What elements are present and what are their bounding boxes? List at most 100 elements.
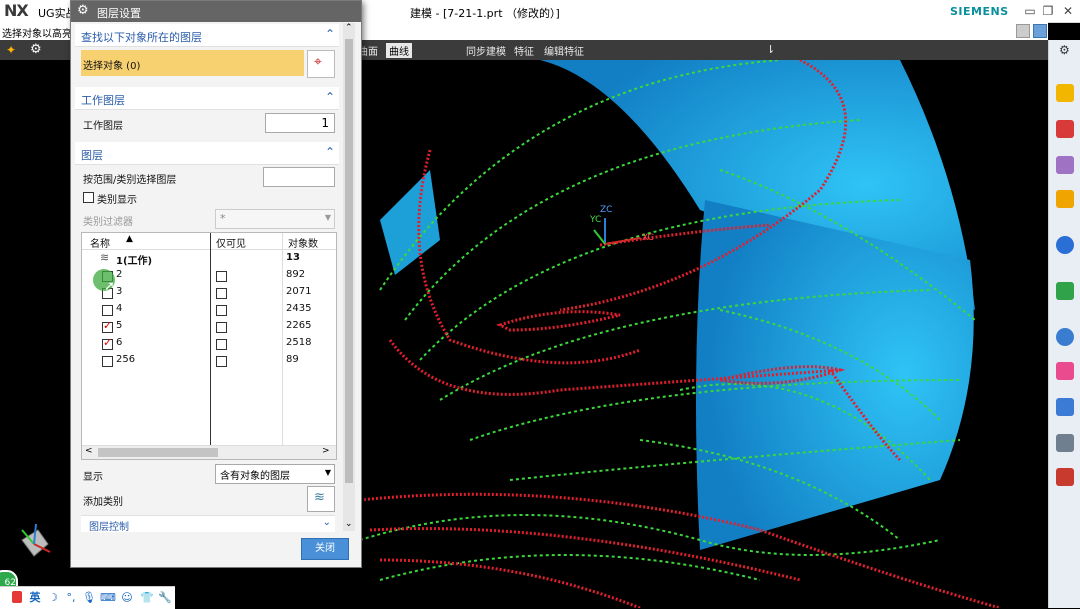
collapse-icon[interactable]: ⌃ <box>325 90 335 104</box>
wrench-icon[interactable]: 🔧 <box>158 591 172 605</box>
layer-checkbox[interactable] <box>102 336 113 350</box>
cmd-edit-feature[interactable]: 编辑特征 <box>544 43 584 58</box>
cmd-feature[interactable]: 特征 <box>514 43 534 58</box>
visible-only-checkbox[interactable] <box>216 322 227 333</box>
dialog-title: 图层设置 <box>97 7 141 20</box>
layout-icon[interactable] <box>1016 24 1030 38</box>
dialog-title-bar[interactable]: ⚙ 图层设置 <box>71 1 361 22</box>
layer-checkbox[interactable] <box>102 305 113 316</box>
minimize-icon[interactable]: ▭ <box>1022 3 1038 19</box>
visible-only-checkbox[interactable] <box>216 339 227 350</box>
part-navigator-icon[interactable] <box>1056 84 1074 102</box>
crosshair-select-button[interactable]: ⌖ <box>307 50 335 78</box>
display-dropdown[interactable]: 含有对象的图层 ▼ <box>215 464 335 484</box>
visible-only-checkbox[interactable] <box>216 271 227 282</box>
toolbar-options-icon[interactable]: ⇂ <box>766 43 775 56</box>
range-select-input[interactable] <box>263 167 335 187</box>
visible-only-checkbox[interactable] <box>216 305 227 316</box>
palette-icon[interactable] <box>1056 468 1074 486</box>
system-scene-icon[interactable] <box>1056 434 1074 452</box>
cmd-curve[interactable]: 曲线 <box>386 43 412 58</box>
table-row[interactable]: 3 2071 <box>82 284 336 301</box>
role-icon[interactable] <box>1056 398 1074 416</box>
work-layer-input[interactable]: 1 <box>265 113 335 133</box>
layer-name: 1(工作) <box>116 256 153 267</box>
cmd-sync-modeling[interactable]: 同步建模 <box>466 43 506 58</box>
web-browser-icon[interactable] <box>1056 236 1074 254</box>
table-row[interactable]: 6 2518 <box>82 335 336 352</box>
scroll-left-icon[interactable]: < <box>85 446 93 456</box>
window-icon[interactable] <box>1033 24 1047 38</box>
skin-icon[interactable]: 👕 <box>140 591 154 605</box>
category-filter-dropdown[interactable]: * ▼ <box>215 209 335 229</box>
add-category-button[interactable]: ≋ <box>307 486 335 512</box>
yc-label: YC <box>589 215 601 225</box>
table-row[interactable]: 256 89 <box>82 352 336 369</box>
col-object-count[interactable]: 对象数 <box>288 235 318 250</box>
layer-count: 2518 <box>286 337 312 348</box>
range-select-label: 按范围/类别选择图层 <box>83 175 177 186</box>
reuse-library-icon[interactable] <box>1056 190 1074 208</box>
section-work-header[interactable]: 工作图层 ⌃ <box>75 87 339 110</box>
sogou-logo-icon[interactable] <box>12 591 22 603</box>
restore-icon[interactable]: ❐ <box>1040 3 1056 19</box>
history-icon[interactable] <box>1056 282 1074 300</box>
layer-table[interactable]: 名称 ▲ 仅可见 对象数 ≋ 1(工作) 13 2 892 3 2071 4 2… <box>81 232 337 460</box>
layer-count: 892 <box>286 269 306 280</box>
constraint-navigator-icon[interactable] <box>1056 156 1074 174</box>
moon-icon[interactable]: ☽ <box>46 591 60 605</box>
scroll-down-icon[interactable]: ⌄ <box>345 519 353 529</box>
section-control-header[interactable]: 图层控制 ⌄ <box>81 515 335 533</box>
category-display-checkbox[interactable] <box>83 192 94 203</box>
ime-english-label[interactable]: 英 <box>28 591 42 605</box>
visible-only-checkbox[interactable] <box>216 288 227 299</box>
microphone-icon[interactable]: 🎙 <box>82 591 96 605</box>
layer-checkbox[interactable] <box>102 319 113 333</box>
table-horizontal-scrollbar[interactable]: < > <box>82 445 336 459</box>
process-studio-icon[interactable] <box>1056 362 1074 380</box>
status-message: 选择对象以高亮 <box>2 29 72 40</box>
close-window-icon[interactable]: ✕ <box>1060 3 1076 19</box>
sort-up-icon: ▲ <box>126 234 133 244</box>
keyboard-icon[interactable]: ⌨ <box>100 591 116 605</box>
table-row[interactable]: ≋ 1(工作) 13 <box>82 250 336 267</box>
section-find-title: 查找以下对象所在的图层 <box>81 31 202 44</box>
col-visible-only[interactable]: 仅可见 <box>216 235 246 250</box>
dialog-gear-icon[interactable]: ⚙ <box>77 3 89 18</box>
scroll-thumb[interactable] <box>98 448 218 457</box>
section-find-header[interactable]: 查找以下对象所在的图层 ⌃ <box>75 24 339 47</box>
table-row[interactable]: 5 2265 <box>82 318 336 335</box>
display-value: 含有对象的图层 <box>220 471 290 482</box>
scroll-right-icon[interactable]: > <box>322 446 330 456</box>
snap-icon[interactable]: ✦ <box>6 43 16 57</box>
dialog-scroll-thumb[interactable] <box>345 39 353 483</box>
document-title: 建模 - [7-21-1.prt （修改的）] <box>410 7 560 20</box>
punctuation-icon[interactable]: °, <box>64 591 78 605</box>
clock-icon[interactable] <box>1056 328 1074 346</box>
expand-icon[interactable]: ⌄ <box>323 517 331 528</box>
layer-name: 3 <box>116 286 123 297</box>
settings-gear-icon[interactable]: ⚙ <box>30 42 42 57</box>
table-header: 名称 ▲ 仅可见 对象数 <box>82 233 336 250</box>
select-object-row[interactable]: 选择对象 (0) <box>81 50 304 76</box>
layer-name: 5 <box>116 320 123 331</box>
user-icon[interactable]: ☺ <box>120 591 134 605</box>
col-name[interactable]: 名称 <box>90 235 110 250</box>
collapse-icon[interactable]: ⌃ <box>325 145 335 159</box>
resource-settings-icon[interactable]: ⚙ <box>1059 43 1070 57</box>
close-button[interactable]: 关闭 <box>301 538 349 560</box>
dialog-vertical-scrollbar[interactable]: ⌃ ⌄ <box>343 23 355 531</box>
category-filter-value: * <box>220 212 226 225</box>
zc-label: ZC <box>600 205 612 215</box>
layer-stack-icon: ≋ <box>314 490 325 505</box>
collapse-icon[interactable]: ⌃ <box>325 27 335 41</box>
layer-checkbox[interactable] <box>102 356 113 367</box>
section-work-title: 工作图层 <box>81 94 125 107</box>
table-row[interactable]: 4 2435 <box>82 301 336 318</box>
visible-only-checkbox[interactable] <box>216 356 227 367</box>
assembly-navigator-icon[interactable] <box>1056 120 1074 138</box>
scroll-up-icon[interactable]: ⌃ <box>345 23 353 33</box>
section-layers-header[interactable]: 图层 ⌃ <box>75 142 339 165</box>
work-layer-label: 工作图层 <box>83 121 123 132</box>
table-row[interactable]: 2 892 <box>82 267 336 284</box>
